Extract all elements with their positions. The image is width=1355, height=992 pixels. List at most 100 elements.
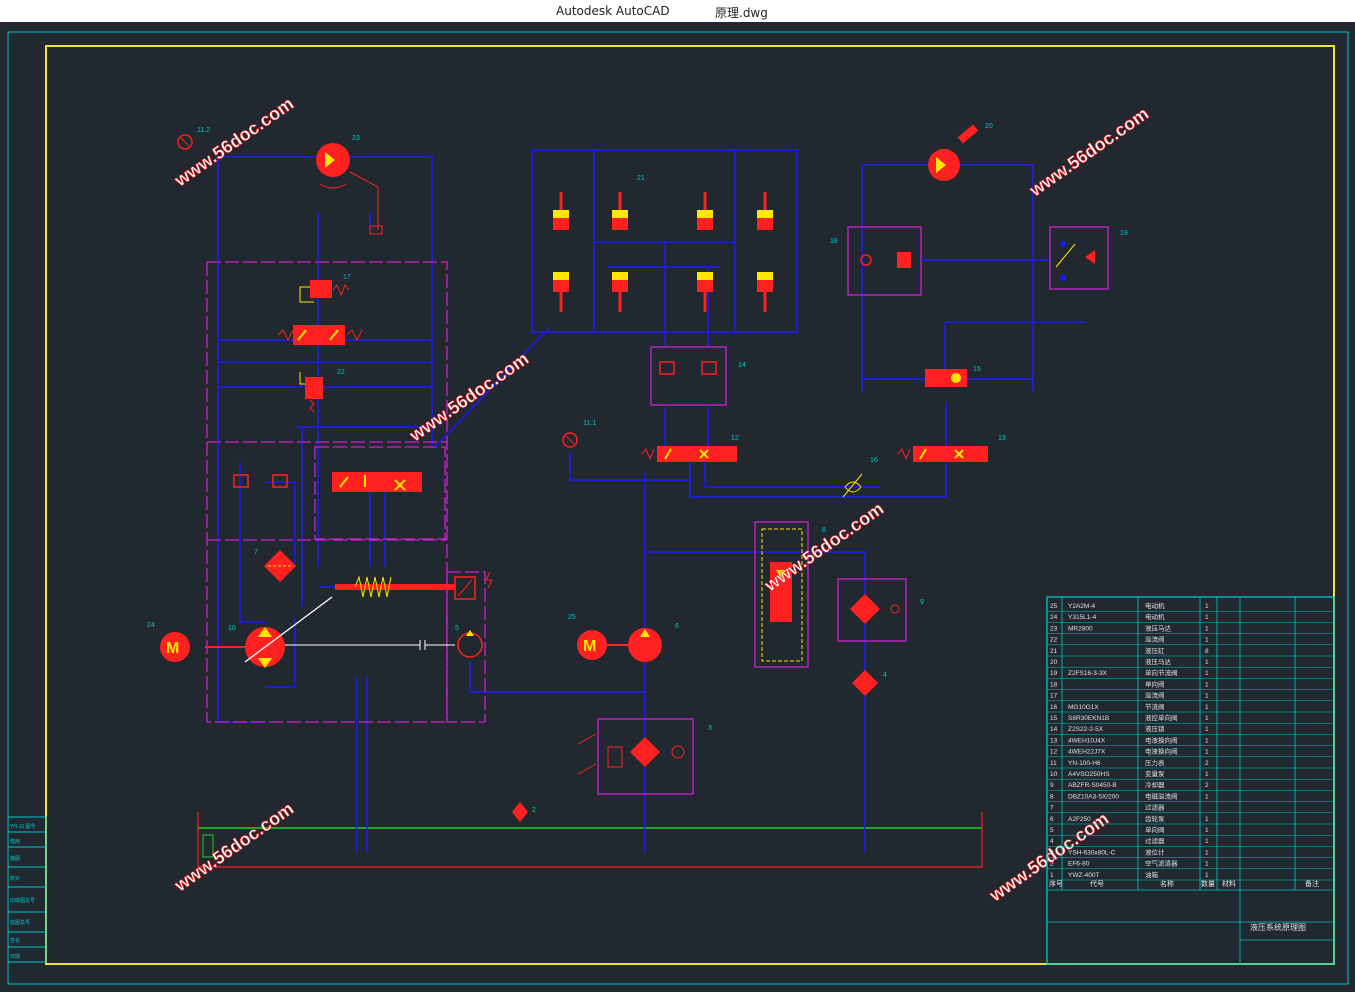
watermark-2: www.56doc.com [1025, 103, 1152, 200]
bom-cell-no: 16 [1050, 704, 1058, 711]
left-strip-texts: YH-10 图号 借用 描图 校对 旧底图总号 底图总号 签名 日期 [10, 824, 36, 960]
bom-cell-qty: 1 [1205, 861, 1209, 868]
bom-cell-no: 10 [1050, 771, 1058, 778]
label-2: 2 [532, 807, 536, 814]
bom-cell-no: 15 [1050, 715, 1058, 722]
svg-text:校对: 校对 [10, 875, 20, 882]
bom-cell-code: Y315L1-4 [1068, 614, 1097, 621]
label-7: 7 [254, 549, 258, 556]
svg-text:YH-10 图号: YH-10 图号 [10, 824, 36, 830]
bom-cell-no: 5 [1050, 827, 1054, 834]
bom-cell-qty: 1 [1205, 771, 1209, 778]
bom-cell-no: 22 [1050, 637, 1058, 644]
bom-cell-qty: 1 [1205, 872, 1209, 879]
watermark-3: www.56doc.com [405, 348, 532, 445]
label-3: 3 [708, 725, 712, 732]
bom-cell-qty: 8 [1205, 648, 1209, 655]
component-labels: 11.2 23 17 22 21 14 11.1 12 16 13 20 18 … [147, 123, 1128, 814]
app-title: Autodesk AutoCAD [556, 4, 670, 18]
bom-header: 序号 代号 名称 数量 材料 备注 [1049, 879, 1319, 888]
bom-cell-code: A2F250 [1068, 816, 1091, 823]
bom-cell-code: A4VSO250HS [1068, 771, 1110, 778]
bom-cell-no: 9 [1050, 782, 1054, 789]
directional-valve-left [277, 325, 363, 345]
bom-cell-name: 液压马达 [1145, 623, 1172, 632]
label-17: 17 [343, 274, 351, 281]
bom-cell-code: ABZFR-S0450-B [1068, 782, 1117, 789]
watermark-1: www.56doc.com [170, 93, 297, 190]
label-18: 18 [830, 238, 838, 245]
throttle-valve-16 [842, 473, 863, 498]
bom-cell-no: 1 [1050, 872, 1054, 879]
throttle-check-valve-19 [1049, 226, 1109, 290]
bom-cell-no: 21 [1050, 648, 1058, 655]
label-15: 15 [973, 366, 981, 373]
bom-cell-name: 液压马达 [1145, 657, 1172, 666]
filter-4 [852, 670, 878, 696]
relief-valve-17 [299, 280, 350, 303]
return-filter-3 [577, 718, 694, 795]
directional-valve-13 [897, 446, 988, 462]
proportional-valve [332, 472, 422, 492]
air-filter-2 [512, 802, 528, 822]
check-valve-18 [847, 226, 922, 296]
label-9: 9 [920, 599, 924, 606]
bom-cell-name: 过滤器 [1145, 836, 1165, 845]
bom-cell-no: 12 [1050, 749, 1058, 756]
bom-cell-name: 压力表 [1145, 758, 1165, 767]
bom-cell-qty: 1 [1205, 737, 1209, 744]
document-title: 原理.dwg [715, 6, 768, 20]
label-6: 6 [675, 623, 679, 630]
bom-cell-no: 14 [1050, 726, 1058, 733]
drawing-canvas[interactable]: M M 11.2 23 17 22 21 14 11.1 12 16 13 20… [0, 22, 1355, 987]
svg-text:名称: 名称 [1160, 879, 1174, 888]
svg-text:序号: 序号 [1049, 879, 1063, 888]
drawing-svg[interactable]: M M 11.2 23 17 22 21 14 11.1 12 16 13 20… [0, 22, 1355, 987]
bom-cell-code: 4WEH22J7X [1068, 749, 1106, 756]
bom-cell-name: 过滤器 [1145, 803, 1165, 812]
bom-cell-name: 液压锁 [1145, 724, 1165, 733]
bom-cell-name: 液位计 [1145, 847, 1165, 856]
bom-cell-qty: 1 [1205, 704, 1209, 711]
bom-cell-name: 液压缸 [1145, 646, 1165, 655]
bom-cell-no: 3 [1050, 849, 1054, 856]
bom-cell-qty: 1 [1205, 726, 1209, 733]
label-25: 25 [568, 614, 576, 621]
label-11-2: 11.2 [197, 127, 210, 134]
bom-cell-qty: 1 [1205, 637, 1209, 644]
bom-cell-name: 电磁溢流阀 [1145, 791, 1178, 800]
drawing-border [45, 45, 1335, 965]
bom-cell-no: 25 [1050, 603, 1058, 610]
bill-of-materials: 25 Y2A2M-4 电动机 124 Y315L1-4 电动机 123 MR2800 液压马达 1… [1046, 596, 1335, 965]
bom-cell-code: MG10G1X [1068, 704, 1099, 711]
bom-cell-no: 11 [1050, 760, 1057, 767]
bom-cell-code: Z2S22-2-5X [1068, 726, 1104, 733]
svg-text:M: M [583, 638, 596, 655]
bom-cell-code: Y2A2M-4 [1068, 603, 1095, 610]
label-13: 13 [998, 435, 1006, 442]
electric-motor-25: M [577, 630, 630, 660]
label-20: 20 [985, 123, 993, 130]
gear-pump-5 [457, 630, 483, 658]
label-23: 23 [352, 135, 360, 142]
bom-cell-name: 油箱 [1145, 870, 1159, 879]
bom-cell-qty: 1 [1205, 849, 1209, 856]
bom-cell-qty: 1 [1205, 614, 1209, 621]
label-12: 12 [731, 435, 739, 442]
label-16: 16 [870, 457, 878, 464]
bom-cell-name: 单向节流阀 [1145, 668, 1178, 677]
bom-cell-qty: 1 [1205, 749, 1209, 756]
svg-text:底图总号: 底图总号 [10, 919, 30, 926]
bom-cell-no: 13 [1050, 737, 1058, 744]
bom-cell-code: DBZ10A3-5X/200 [1068, 793, 1119, 800]
electric-motor-24: M [160, 632, 190, 662]
pilot-check-valve-15 [925, 369, 967, 387]
label-19: 19 [1120, 230, 1128, 237]
bom-cell-name: 变量泵 [1145, 769, 1165, 778]
bom-cell-code: YSH-630x80L-C [1068, 849, 1116, 856]
bom-cell-qty: 2 [1205, 760, 1209, 767]
bom-cell-name: 电液换向阀 [1145, 747, 1178, 756]
check-valve-b [272, 474, 288, 488]
relief-valve-22 [299, 372, 323, 413]
bom-cell-no: 19 [1050, 670, 1058, 677]
